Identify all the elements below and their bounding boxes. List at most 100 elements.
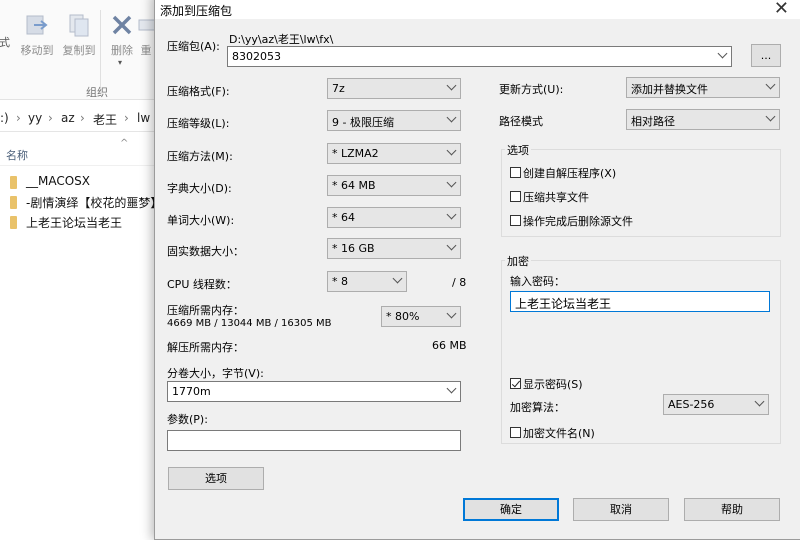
delete-after-label: 操作完成后删除源文件	[523, 215, 633, 228]
file-row[interactable]: -剧情演绎【校花的噩梦】	[0, 191, 156, 213]
copy-to-icon	[69, 14, 89, 37]
params-label: 参数(P):	[167, 413, 208, 426]
chevron-right-icon: ›	[124, 111, 129, 125]
path-mode-value: 相对路径	[631, 115, 675, 128]
move-to-button[interactable]: 移动到	[14, 12, 60, 68]
dialog-title: 添加到压缩包	[160, 4, 233, 18]
move-to-icon	[26, 15, 48, 35]
solid-select[interactable]: * 16 GB	[327, 238, 461, 259]
archive-name-value: 8302053	[232, 50, 281, 63]
shared-files-label: 压缩共享文件	[523, 191, 589, 204]
method-label: 压缩方法(M):	[167, 150, 233, 163]
volume-label: 分卷大小，字节(V):	[167, 367, 264, 380]
file-row[interactable]: __MACOSX	[0, 171, 156, 193]
cancel-button[interactable]: 取消	[573, 498, 669, 521]
chevron-down-icon	[446, 240, 457, 251]
chevron-down-icon	[446, 112, 457, 123]
checkbox-box	[510, 427, 521, 438]
method-value: * LZMA2	[332, 147, 379, 160]
update-value: 添加并替换文件	[631, 83, 708, 96]
checkbox-box	[510, 215, 521, 226]
chevron-down-icon	[765, 111, 776, 122]
chevron-down-icon: ▾	[118, 58, 123, 67]
encryption-method-select[interactable]: AES-256	[663, 394, 769, 415]
update-select[interactable]: 添加并替换文件	[626, 77, 780, 98]
level-select[interactable]: 9 - 极限压缩	[327, 110, 461, 131]
threads-value: * 8	[332, 275, 348, 288]
checkbox-box	[510, 167, 521, 178]
volume-value: 1770m	[172, 385, 211, 398]
archive-label: 压缩包(A):	[167, 40, 220, 53]
help-button[interactable]: 帮助	[684, 498, 780, 521]
address-segment-az[interactable]: az	[61, 111, 75, 125]
params-input[interactable]	[167, 430, 461, 451]
checkmark-icon	[510, 378, 521, 389]
chevron-down-icon	[446, 383, 457, 394]
encryption-method-label: 加密算法：	[510, 401, 565, 414]
threads-max: / 8	[452, 276, 467, 289]
sort-up-icon: ^	[120, 138, 129, 149]
ribbon-group-label: 组织	[86, 86, 108, 99]
format-label: 压缩格式(F):	[167, 85, 230, 98]
add-to-archive-dialog: 添加到压缩包 ✕ 压缩包(A): D:\yy\az\老王\lw\fx\ 8302…	[154, 0, 800, 540]
address-bar[interactable]: :) › yy › az › 老王 › lw	[0, 104, 156, 132]
threads-label: CPU 线程数：	[167, 278, 237, 291]
mem-usage-value: * 80%	[386, 310, 420, 323]
chevron-down-icon	[446, 177, 457, 188]
volume-combo[interactable]: 1770m	[167, 381, 461, 402]
threads-select[interactable]: * 8	[327, 271, 407, 292]
folder-icon	[10, 216, 17, 229]
chevron-down-icon	[717, 48, 728, 59]
dict-select[interactable]: * 64 MB	[327, 175, 461, 196]
options-group-title: 选项	[505, 142, 531, 158]
path-mode-select[interactable]: 相对路径	[626, 109, 780, 130]
mem-usage-select[interactable]: * 80%	[381, 306, 461, 327]
chevron-down-icon	[446, 308, 457, 319]
shared-files-checkbox[interactable]: 压缩共享文件	[510, 189, 589, 205]
encrypt-names-checkbox[interactable]: 加密文件名(N)	[510, 425, 595, 441]
options-button[interactable]: 选项	[168, 467, 264, 490]
file-name: -剧情演绎【校花的噩梦】	[26, 196, 156, 210]
sfx-checkbox[interactable]: 创建自解压程序(X)	[510, 165, 616, 181]
column-header-name[interactable]: 名称	[6, 147, 28, 163]
delete-after-checkbox[interactable]: 操作完成后删除源文件	[510, 213, 633, 229]
show-password-checkbox[interactable]: 显示密码(S)	[510, 376, 583, 392]
chevron-right-icon: ›	[16, 111, 21, 125]
word-value: * 64	[332, 211, 355, 224]
browse-button[interactable]: ...	[751, 44, 781, 67]
word-select[interactable]: * 64	[327, 207, 461, 228]
sfx-label: 创建自解压程序(X)	[523, 167, 617, 180]
address-segment-yy[interactable]: yy	[28, 111, 42, 125]
encrypt-names-label: 加密文件名(N)	[523, 427, 595, 440]
address-drive[interactable]: :)	[0, 111, 9, 125]
address-segment-lw[interactable]: lw	[137, 111, 150, 125]
delete-x-icon	[112, 15, 132, 35]
chevron-down-icon	[446, 145, 457, 156]
chevron-right-icon: ›	[80, 111, 85, 125]
file-explorer-window: 式 移动到 复制到 删除 ▾ 重 组织 :) › yy › az › 老王 › …	[0, 0, 156, 534]
chevron-down-icon	[754, 396, 765, 407]
chevron-down-icon	[765, 79, 776, 90]
rename-button[interactable]: 重	[136, 12, 156, 68]
archive-name-combo[interactable]: 8302053	[227, 46, 732, 67]
chevron-down-icon	[392, 273, 403, 284]
dict-label: 字典大小(D):	[167, 182, 232, 195]
mem-decompress-value: 66 MB	[432, 339, 467, 352]
file-name: 上老王论坛当老王	[26, 216, 123, 230]
checkbox-box	[510, 191, 521, 202]
encryption-method-value: AES-256	[668, 398, 715, 411]
dialog-titlebar: 添加到压缩包 ✕	[155, 0, 800, 19]
copy-to-button[interactable]: 复制到	[56, 12, 102, 68]
update-label: 更新方式(U):	[499, 83, 564, 96]
ribbon-partial-label: 式	[0, 36, 10, 49]
file-row[interactable]: 上老王论坛当老王	[0, 211, 156, 233]
method-select[interactable]: * LZMA2	[327, 143, 461, 164]
solid-value: * 16 GB	[332, 242, 375, 255]
address-segment-laowang[interactable]: 老王	[93, 111, 117, 128]
password-input[interactable]: 上老王论坛当老王	[510, 291, 770, 312]
ok-button[interactable]: 确定	[463, 498, 559, 521]
format-select[interactable]: 7z	[327, 78, 461, 99]
chevron-down-icon	[446, 80, 457, 91]
column-header-row: 名称 ^	[0, 138, 156, 166]
close-icon[interactable]: ✕	[774, 0, 789, 19]
